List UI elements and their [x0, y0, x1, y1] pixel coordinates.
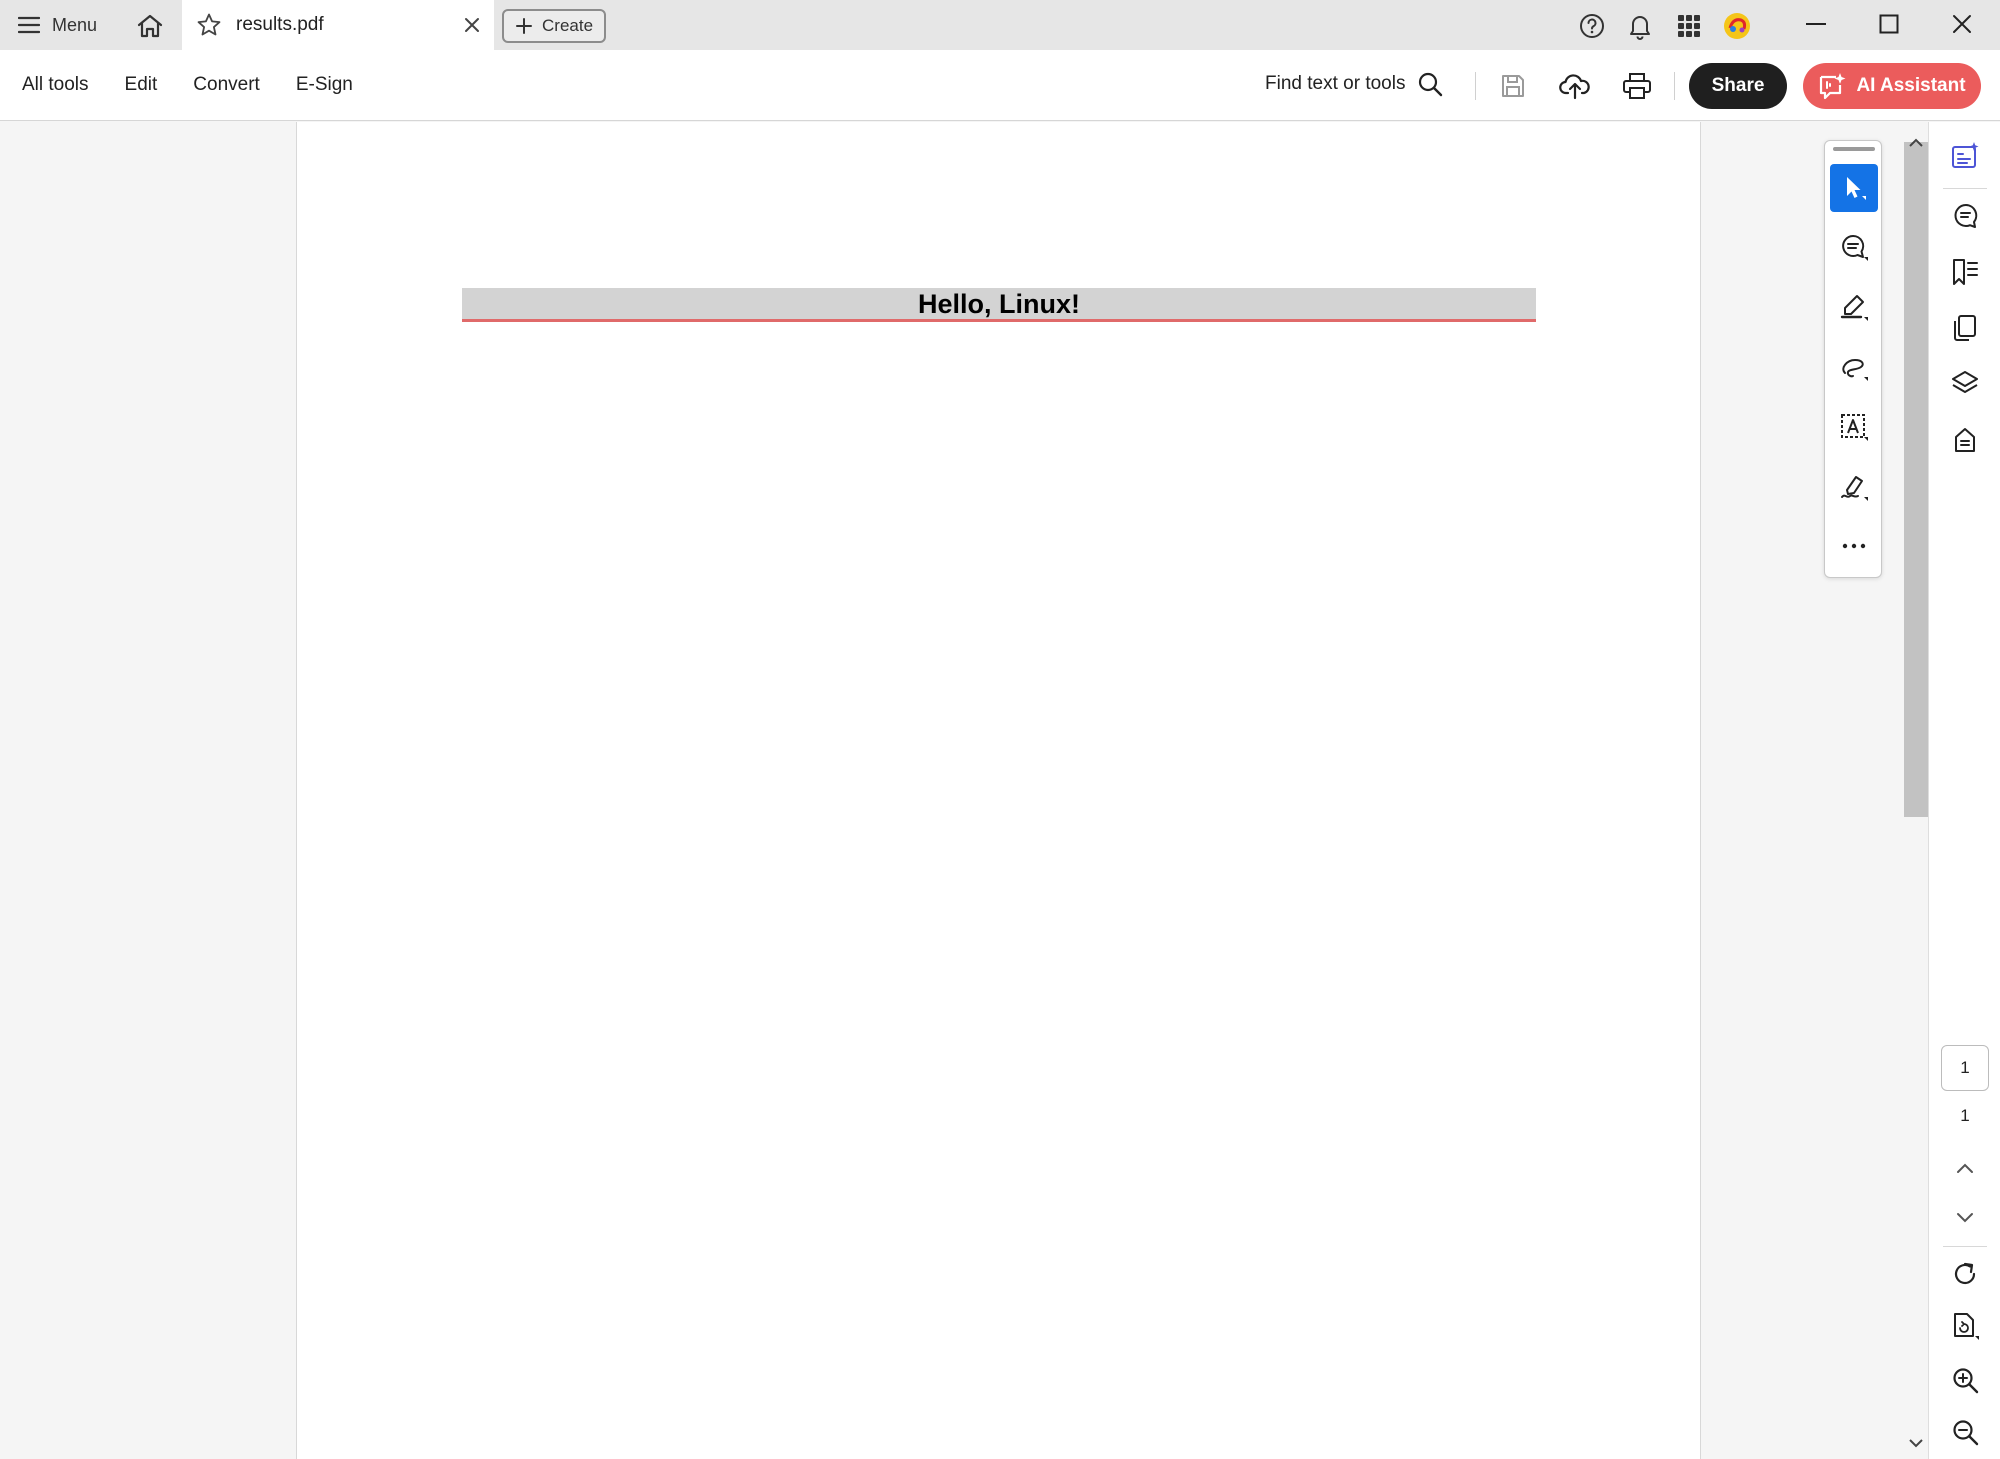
- zoom-in-icon[interactable]: [1949, 1364, 1981, 1396]
- total-pages: 1: [1960, 1106, 1970, 1125]
- print-icon[interactable]: [1620, 69, 1654, 103]
- page-down-icon[interactable]: [1949, 1202, 1981, 1234]
- find-label: Find text or tools: [1265, 73, 1406, 94]
- create-button[interactable]: Create: [502, 9, 606, 43]
- plus-icon: [516, 18, 532, 34]
- comment-tool-button[interactable]: [1830, 223, 1878, 271]
- ai-assistant-icon: [1818, 72, 1846, 100]
- rail-divider: [1943, 1246, 1987, 1247]
- home-button[interactable]: [132, 10, 168, 42]
- nav-e-sign[interactable]: E-Sign: [296, 74, 353, 96]
- tab-title: results.pdf: [236, 14, 324, 35]
- scroll-down-arrow-icon[interactable]: [1908, 1438, 1924, 1448]
- bell-icon[interactable]: [1624, 10, 1656, 42]
- highlight-tool-button[interactable]: [1830, 283, 1878, 331]
- text-box-tool-button[interactable]: [1830, 403, 1878, 451]
- ai-assistant-button[interactable]: AI Assistant: [1803, 63, 1981, 109]
- window-close-icon[interactable]: [1940, 6, 1984, 42]
- sign-tool-button[interactable]: [1830, 463, 1878, 511]
- select-cursor-icon: [1840, 174, 1868, 202]
- page-heading: Hello, Linux!: [462, 288, 1536, 322]
- more-tools-button[interactable]: [1830, 522, 1878, 570]
- freehand-draw-icon: [1839, 352, 1869, 382]
- nav-edit[interactable]: Edit: [125, 74, 158, 96]
- annotation-toolbar: [1824, 140, 1882, 578]
- find-text-or-tools[interactable]: Find text or tools: [1265, 71, 1443, 97]
- nav-convert[interactable]: Convert: [193, 74, 260, 96]
- ai-assistant-label: AI Assistant: [1856, 75, 1966, 96]
- draw-tool-button[interactable]: [1830, 343, 1878, 391]
- menu-button[interactable]: Menu: [18, 9, 97, 41]
- zoom-out-icon[interactable]: [1949, 1416, 1981, 1448]
- text-box-icon: [1839, 412, 1869, 442]
- right-rail: 1 1: [1928, 122, 2000, 1459]
- select-tool-button[interactable]: [1830, 164, 1878, 212]
- more-options-icon: [1841, 542, 1867, 550]
- toolbar-grip[interactable]: [1833, 147, 1875, 151]
- signature-icon: [1839, 472, 1869, 502]
- document-properties-icon[interactable]: [1949, 424, 1981, 456]
- scroll-up-arrow-icon[interactable]: [1908, 138, 1924, 148]
- maximize-icon[interactable]: [1867, 6, 1911, 42]
- star-icon[interactable]: [196, 12, 222, 38]
- menu-label: Menu: [52, 14, 98, 35]
- scrollbar-thumb[interactable]: [1904, 142, 1928, 817]
- highlight-pen-icon: [1839, 292, 1869, 322]
- help-icon[interactable]: [1576, 10, 1608, 42]
- page-up-icon[interactable]: [1949, 1152, 1981, 1184]
- rotate-icon[interactable]: [1949, 1258, 1981, 1290]
- minimize-icon[interactable]: [1794, 6, 1838, 42]
- save-icon[interactable]: [1496, 69, 1530, 103]
- share-button[interactable]: Share: [1689, 63, 1787, 109]
- profile-avatar-icon[interactable]: [1721, 10, 1753, 42]
- toolbar-divider: [1475, 72, 1476, 100]
- layers-icon[interactable]: [1949, 368, 1981, 400]
- ai-summary-icon[interactable]: [1949, 140, 1981, 172]
- hamburger-icon: [18, 16, 40, 34]
- comment-icon: [1839, 232, 1869, 262]
- vertical-scrollbar[interactable]: [1904, 122, 1928, 1459]
- cloud-upload-icon[interactable]: [1558, 69, 1592, 103]
- main-toolbar: All tools Edit Convert E-Sign Find text …: [0, 50, 2000, 121]
- nav-all-tools[interactable]: All tools: [22, 74, 89, 96]
- tool-nav: All tools Edit Convert E-Sign: [22, 74, 353, 96]
- rail-divider: [1943, 188, 1987, 189]
- toolbar-divider: [1674, 72, 1675, 100]
- bookmarks-icon[interactable]: [1949, 256, 1981, 288]
- comments-panel-icon[interactable]: [1949, 200, 1981, 232]
- document-tab[interactable]: results.pdf: [182, 0, 494, 50]
- close-icon[interactable]: [464, 17, 480, 33]
- document-viewport: Hello, Linux!: [0, 122, 1904, 1459]
- pages-icon[interactable]: [1949, 312, 1981, 344]
- create-label: Create: [542, 16, 594, 35]
- current-page-input[interactable]: 1: [1941, 1045, 1989, 1091]
- title-bar: Menu results.pdf Create: [0, 0, 2000, 50]
- search-icon: [1417, 71, 1443, 97]
- home-icon: [136, 13, 164, 39]
- pdf-page: Hello, Linux!: [296, 122, 1701, 1459]
- page-tools-icon[interactable]: [1949, 1310, 1981, 1342]
- apps-grid-icon[interactable]: [1673, 10, 1705, 42]
